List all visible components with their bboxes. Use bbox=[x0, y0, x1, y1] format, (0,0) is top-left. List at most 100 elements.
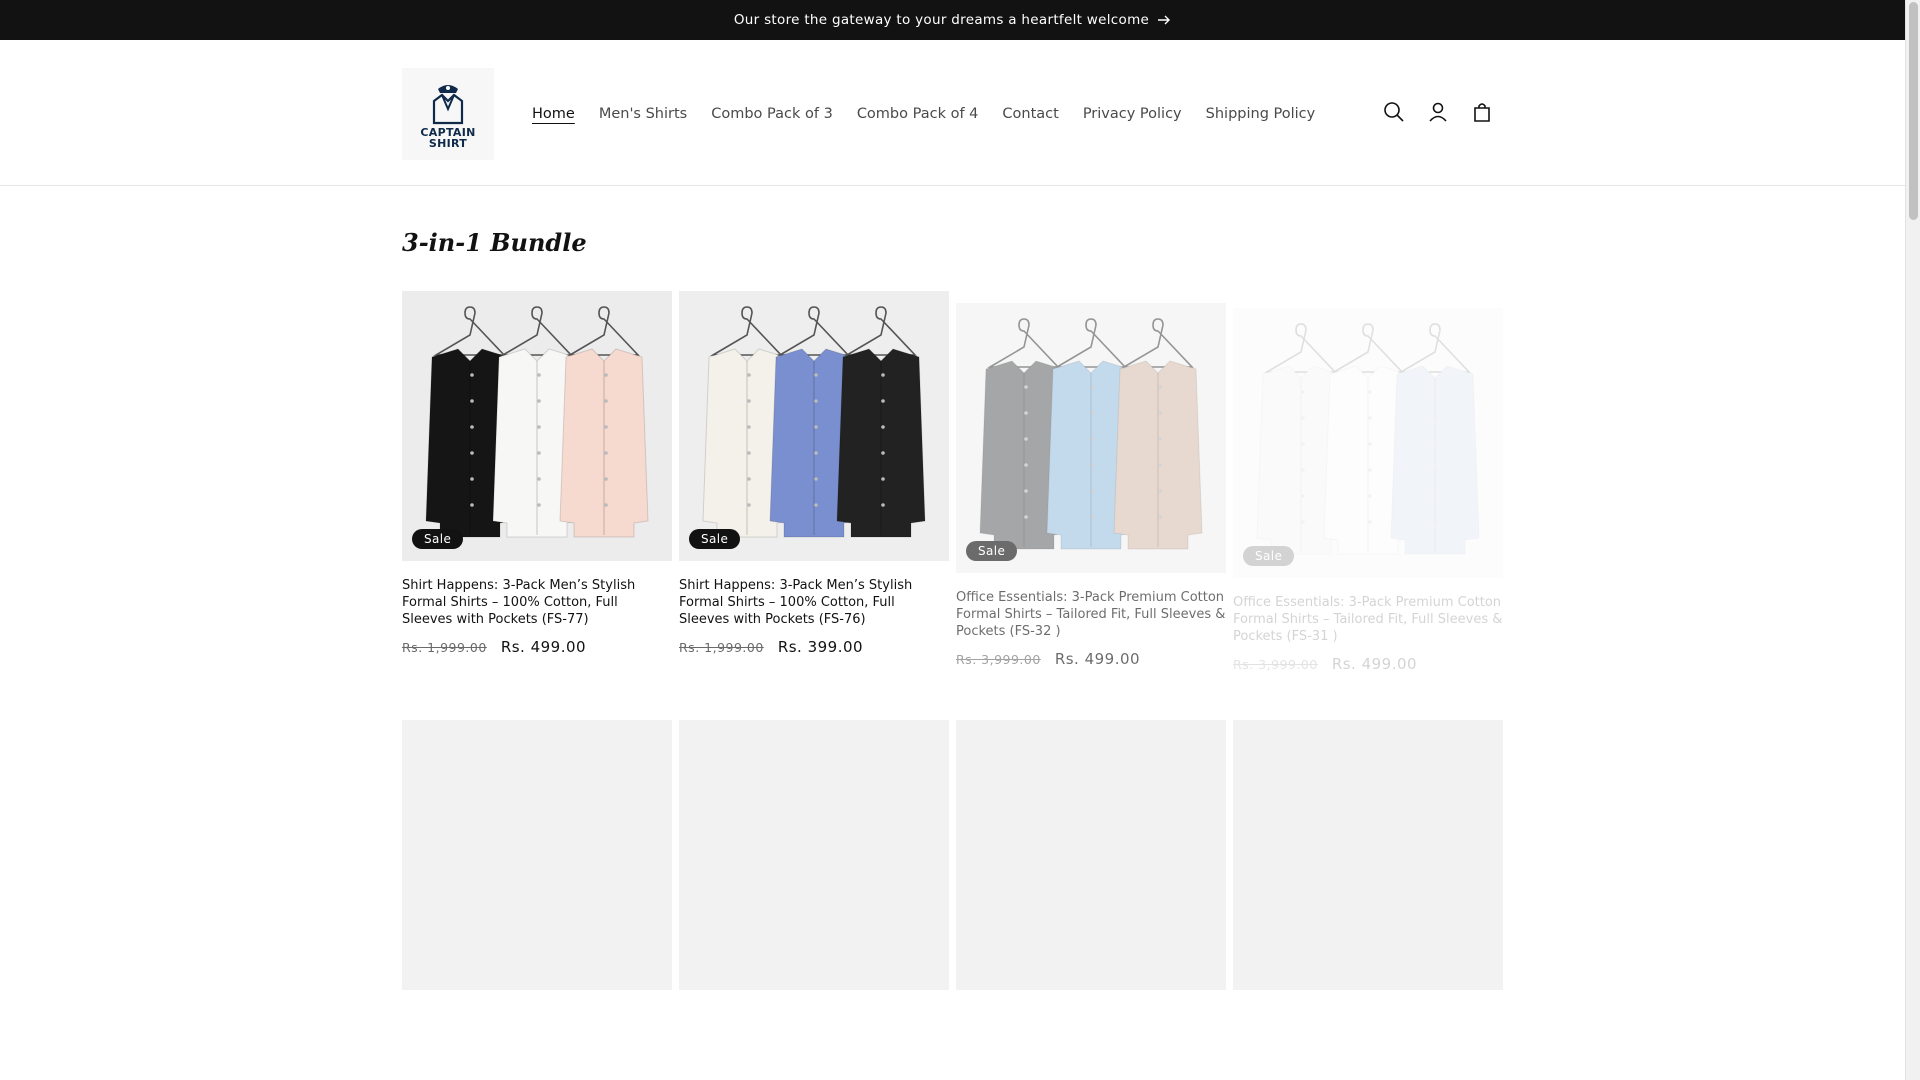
nav-contact[interactable]: Contact bbox=[990, 102, 1070, 126]
shirt-button bbox=[1024, 385, 1028, 389]
product-price: Rs. 3,999.00 Rs. 499.00 bbox=[1233, 655, 1503, 673]
sale-price: Rs. 499.00 bbox=[1331, 655, 1418, 673]
shirt-button bbox=[470, 503, 474, 507]
shirt-button bbox=[1301, 494, 1305, 498]
shirt-button bbox=[747, 451, 751, 455]
shirt-button bbox=[881, 425, 885, 429]
product-price: Rs. 1,999.00 Rs. 399.00 bbox=[679, 638, 949, 656]
product-card-placeholder[interactable] bbox=[679, 720, 949, 1070]
product-card-placeholder[interactable] bbox=[1233, 720, 1503, 1070]
product-image[interactable] bbox=[1233, 720, 1503, 990]
shirt-button bbox=[1301, 416, 1305, 420]
shirt-button bbox=[470, 451, 474, 455]
shirt-button bbox=[747, 503, 751, 507]
sale-badge: Sale bbox=[689, 529, 741, 549]
nav-shipping-policy[interactable]: Shipping Policy bbox=[1194, 102, 1328, 126]
product-card[interactable]: Sale Office Essentials: 3-Pack Premium C… bbox=[1233, 308, 1503, 673]
product-image[interactable] bbox=[956, 720, 1226, 990]
search-icon[interactable] bbox=[1378, 96, 1410, 128]
shirt-button bbox=[814, 503, 818, 507]
shirt-button bbox=[537, 373, 541, 377]
shirt-button bbox=[1435, 494, 1439, 498]
product-card-placeholder[interactable] bbox=[956, 720, 1226, 1070]
shirt-button bbox=[881, 399, 885, 403]
shirt-button bbox=[537, 503, 541, 507]
shirts-image bbox=[956, 303, 1226, 573]
arrow-right-icon bbox=[1157, 15, 1171, 25]
shirt-button bbox=[747, 373, 751, 377]
shirt-button bbox=[1158, 385, 1162, 389]
product-image[interactable] bbox=[402, 720, 672, 990]
shirt-button bbox=[1158, 411, 1162, 415]
product-title[interactable]: Office Essentials: 3-Pack Premium Cotton… bbox=[956, 589, 1226, 640]
site-header: CAPTAIN SHIRT Home Men's Shirts Combo Pa… bbox=[0, 40, 1905, 186]
product-price: Rs. 1,999.00 Rs. 499.00 bbox=[402, 638, 672, 656]
product-card[interactable]: Sale Shirt Happens: 3-Pack Men’s Stylish… bbox=[402, 291, 672, 656]
product-title[interactable]: Shirt Happens: 3-Pack Men’s Stylish Form… bbox=[402, 577, 672, 628]
store-logo[interactable]: CAPTAIN SHIRT bbox=[402, 68, 494, 160]
shirt-button bbox=[814, 399, 818, 403]
shirt-button bbox=[1158, 437, 1162, 441]
shirt-button bbox=[604, 503, 608, 507]
shirt-button bbox=[1158, 515, 1162, 519]
shirt-button bbox=[1368, 520, 1372, 524]
scrollbar-thumb[interactable] bbox=[1909, 2, 1918, 220]
shirt-button bbox=[1435, 416, 1439, 420]
shirt-button bbox=[1024, 463, 1028, 467]
shirt-button bbox=[1301, 520, 1305, 524]
product-image[interactable] bbox=[679, 720, 949, 990]
shirt-button bbox=[1091, 463, 1095, 467]
product-card-placeholder[interactable] bbox=[402, 720, 672, 1070]
sale-badge: Sale bbox=[966, 541, 1018, 561]
shirt-button bbox=[881, 477, 885, 481]
regular-price: Rs. 3,999.00 bbox=[1233, 657, 1318, 672]
page-scrollbar[interactable] bbox=[1905, 0, 1920, 1080]
shirt-button bbox=[1301, 442, 1305, 446]
product-card[interactable]: Sale Shirt Happens: 3-Pack Men’s Stylish… bbox=[679, 291, 949, 656]
shirt-button bbox=[1368, 468, 1372, 472]
announcement-bar[interactable]: Our store the gateway to your dreams a h… bbox=[0, 0, 1905, 40]
nav-home[interactable]: Home bbox=[520, 102, 587, 126]
shirt-button bbox=[881, 373, 885, 377]
sale-badge: Sale bbox=[1243, 546, 1295, 566]
shirt-button bbox=[881, 503, 885, 507]
shirt-button bbox=[747, 477, 751, 481]
product-image[interactable]: Sale bbox=[1233, 308, 1503, 578]
product-title[interactable]: Shirt Happens: 3-Pack Men’s Stylish Form… bbox=[679, 577, 949, 628]
shirt-button bbox=[1368, 494, 1372, 498]
account-icon[interactable] bbox=[1422, 96, 1454, 128]
shirt-button bbox=[1091, 515, 1095, 519]
nav-combo-pack-4[interactable]: Combo Pack of 4 bbox=[845, 102, 991, 126]
sale-price: Rs. 399.00 bbox=[777, 638, 864, 656]
cart-icon[interactable] bbox=[1466, 96, 1498, 128]
product-title[interactable]: Office Essentials: 3-Pack Premium Cotton… bbox=[1233, 594, 1503, 645]
shirt-button bbox=[814, 451, 818, 455]
nav-mens-shirts[interactable]: Men's Shirts bbox=[587, 102, 699, 126]
product-image[interactable]: Sale bbox=[679, 291, 949, 561]
shirt-button bbox=[604, 451, 608, 455]
product-image[interactable]: Sale bbox=[402, 291, 672, 561]
captain-logo-icon bbox=[432, 85, 464, 125]
shirt-button bbox=[747, 425, 751, 429]
shirt-button bbox=[814, 425, 818, 429]
sale-badge: Sale bbox=[412, 529, 464, 549]
nav-privacy-policy[interactable]: Privacy Policy bbox=[1071, 102, 1194, 126]
regular-price: Rs. 3,999.00 bbox=[956, 652, 1041, 667]
shirt-button bbox=[1091, 411, 1095, 415]
shirt-button bbox=[814, 373, 818, 377]
shirt-button bbox=[747, 399, 751, 403]
product-card[interactable]: Sale Office Essentials: 3-Pack Premium C… bbox=[956, 303, 1226, 668]
shirt-button bbox=[1368, 390, 1372, 394]
shirt-button bbox=[1091, 385, 1095, 389]
shirt-button bbox=[537, 451, 541, 455]
shirt-button bbox=[1368, 416, 1372, 420]
shirt-button bbox=[604, 477, 608, 481]
shirt-button bbox=[1435, 520, 1439, 524]
regular-price: Rs. 1,999.00 bbox=[679, 640, 764, 655]
shirt-button bbox=[470, 425, 474, 429]
nav-combo-pack-3[interactable]: Combo Pack of 3 bbox=[699, 102, 845, 126]
shirt-button bbox=[470, 373, 474, 377]
shirt-button bbox=[1024, 437, 1028, 441]
product-image[interactable]: Sale bbox=[956, 303, 1226, 573]
shirt-button bbox=[1091, 437, 1095, 441]
